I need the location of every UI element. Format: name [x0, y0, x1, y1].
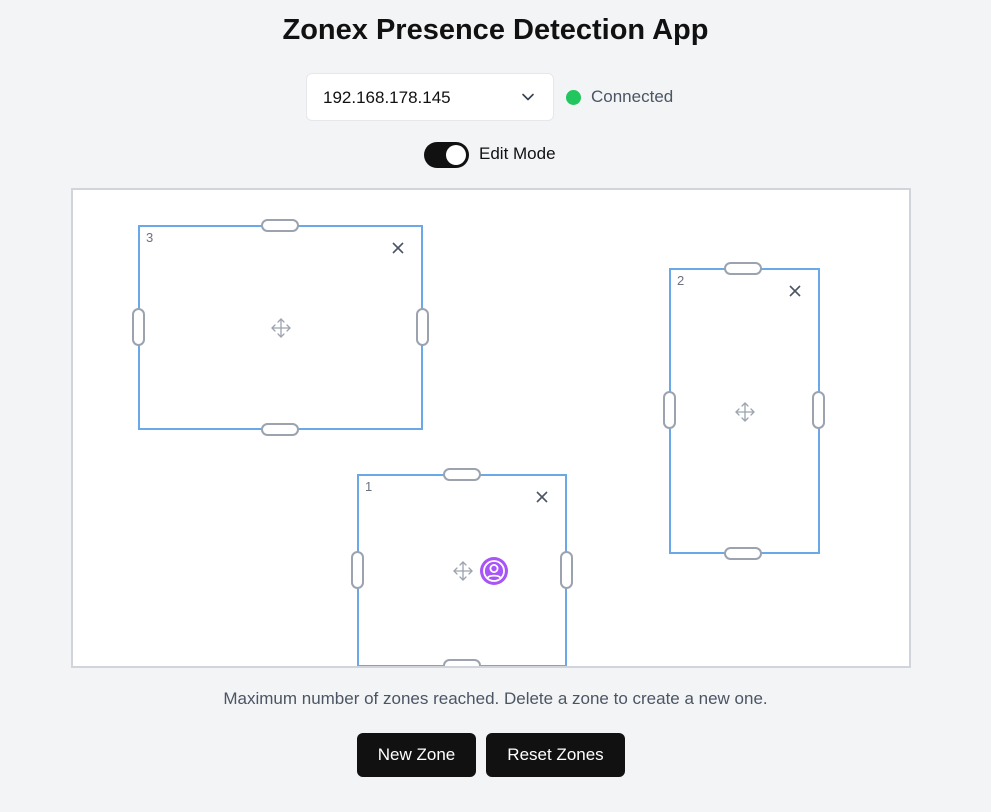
close-icon[interactable] [391, 241, 405, 255]
max-zones-message: Maximum number of zones reached. Delete … [223, 689, 768, 708]
resize-handle-bottom[interactable] [261, 423, 299, 436]
move-icon[interactable] [270, 317, 292, 339]
resize-handle-bottom[interactable] [443, 659, 481, 666]
resize-handle-right[interactable] [812, 391, 825, 429]
close-icon[interactable] [788, 284, 802, 298]
toggle-knob [446, 145, 466, 165]
edit-mode-label: Edit Mode [479, 144, 556, 163]
resize-handle-left[interactable] [132, 308, 145, 346]
reset-zones-button[interactable]: Reset Zones [486, 733, 625, 777]
resize-handle-bottom[interactable] [724, 547, 762, 560]
resize-handle-top[interactable] [724, 262, 762, 275]
edit-mode-toggle[interactable] [424, 142, 469, 168]
resize-handle-left[interactable] [351, 551, 364, 589]
new-zone-button[interactable]: New Zone [357, 733, 476, 777]
device-ip-value: 192.168.178.145 [323, 88, 451, 107]
zone-3[interactable]: 3 [138, 225, 423, 430]
connection-status-text: Connected [591, 87, 674, 106]
resize-handle-right[interactable] [560, 551, 573, 589]
person-presence-icon [480, 557, 508, 585]
zone-number: 3 [146, 230, 154, 245]
zone-number: 1 [365, 479, 373, 494]
connection-status-dot [566, 90, 581, 105]
resize-handle-left[interactable] [663, 391, 676, 429]
chevron-down-icon [522, 93, 534, 101]
resize-handle-top[interactable] [261, 219, 299, 232]
move-icon[interactable] [452, 560, 474, 582]
zone-canvas[interactable]: 3 2 1 [71, 188, 911, 668]
device-ip-select[interactable]: 192.168.178.145 [306, 73, 554, 121]
zone-number: 2 [677, 273, 685, 288]
resize-handle-top[interactable] [443, 468, 481, 481]
resize-handle-right[interactable] [416, 308, 429, 346]
zone-2[interactable]: 2 [669, 268, 820, 554]
page-title: Zonex Presence Detection App [282, 14, 709, 46]
zone-1[interactable]: 1 [357, 474, 567, 666]
close-icon[interactable] [535, 490, 549, 504]
move-icon[interactable] [734, 401, 756, 423]
